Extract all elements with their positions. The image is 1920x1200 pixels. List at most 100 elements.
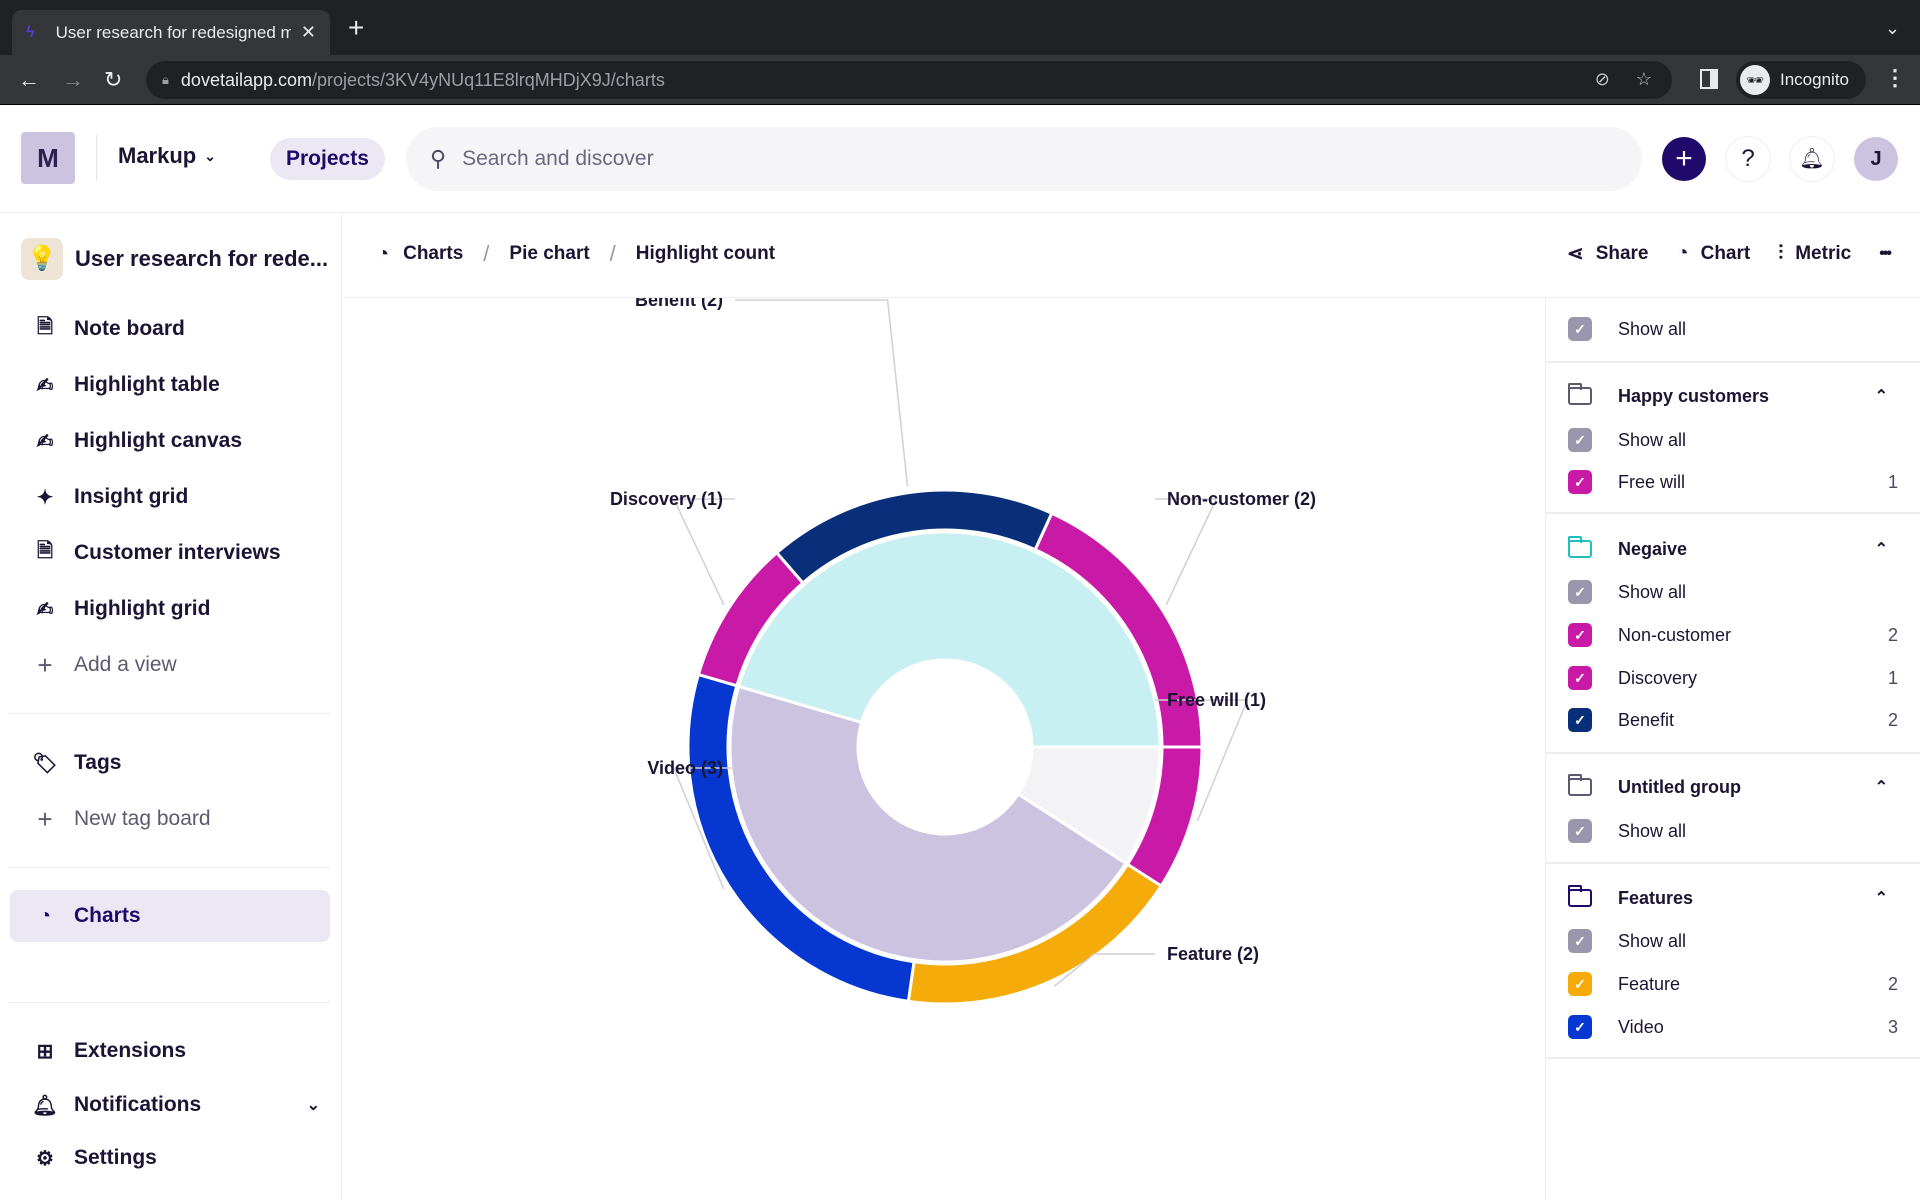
tag-checkbox[interactable]: ✓ bbox=[1568, 666, 1592, 690]
search-bar[interactable]: ⚲ bbox=[406, 127, 1642, 191]
sidebar-item-tags[interactable]: 🏷︎ Tags bbox=[10, 737, 330, 789]
divider bbox=[1546, 752, 1920, 754]
sidebar-item-settings[interactable]: ⚙ Settings bbox=[10, 1132, 330, 1184]
chevron-up-icon[interactable]: ⌃ bbox=[1875, 777, 1888, 797]
new-tab-icon[interactable]: + bbox=[348, 14, 364, 42]
show-all-checkbox[interactable]: ✓ bbox=[1568, 580, 1592, 604]
breadcrumb-highlight-count[interactable]: Highlight count bbox=[636, 243, 775, 265]
sidebar-item-label: Highlight grid bbox=[74, 597, 211, 620]
tag-checkbox[interactable]: ✓ bbox=[1568, 470, 1592, 494]
chart-type-button[interactable]: ◔ Chart bbox=[1677, 242, 1751, 265]
workspace-logo[interactable]: M bbox=[21, 132, 75, 184]
sidebar-item-label: Highlight table bbox=[74, 373, 220, 396]
question-icon: ? bbox=[1741, 145, 1755, 172]
bookmark-star-icon[interactable]: ☆ bbox=[1636, 69, 1652, 90]
group-untitled[interactable]: Untitled group ⌃ bbox=[1567, 772, 1898, 802]
tag-row-feature[interactable]: ✓ Feature 2 bbox=[1568, 969, 1898, 999]
forward-icon[interactable]: → bbox=[62, 65, 84, 95]
tag-checkbox[interactable]: ✓ bbox=[1568, 708, 1592, 732]
tag-row-discovery[interactable]: ✓ Discovery 1 bbox=[1568, 663, 1898, 693]
project-name: User research for rede... bbox=[75, 246, 329, 271]
tag-checkbox[interactable]: ✓ bbox=[1568, 623, 1592, 647]
lightbulb-icon: 💡 bbox=[21, 238, 63, 280]
notifications-button[interactable]: 🔔︎ bbox=[1790, 137, 1834, 181]
side-panel-icon[interactable] bbox=[1700, 69, 1718, 89]
show-all-row[interactable]: ✓ Show all bbox=[1568, 577, 1898, 607]
group-features[interactable]: Features ⌃ bbox=[1567, 883, 1898, 913]
browser-tab[interactable]: ϟ User research for redesigned m ✕ bbox=[12, 10, 330, 55]
tag-filter-panel: ✓ Show all Happy customers ⌃ ✓ Show all ✓ Fr… bbox=[1545, 298, 1920, 1200]
tag-count: 2 bbox=[1887, 624, 1898, 645]
slice-label-benefit: Benefit (2) bbox=[635, 298, 723, 310]
sidebar-item-extensions[interactable]: ⊞ Extensions bbox=[10, 1025, 330, 1077]
highlighter-icon: ✍︎ bbox=[36, 430, 54, 453]
sidebar-item-customer-interviews[interactable]: 🗎︎ Customer interviews bbox=[10, 527, 330, 579]
user-avatar[interactable]: J bbox=[1854, 137, 1898, 181]
group-negaive[interactable]: Negaive ⌃ bbox=[1567, 534, 1898, 564]
search-input[interactable] bbox=[462, 147, 1563, 171]
more-options-button[interactable]: ••• bbox=[1879, 245, 1892, 263]
show-all-label: Show all bbox=[1618, 581, 1687, 602]
divider bbox=[8, 867, 330, 868]
url-field[interactable]: 🔒︎ dovetailapp.com/projects/3KV4yNUq11E8… bbox=[146, 61, 1672, 99]
tag-row-benefit[interactable]: ✓ Benefit 2 bbox=[1568, 705, 1898, 735]
projects-button[interactable]: Projects bbox=[270, 138, 385, 180]
divider bbox=[1546, 512, 1920, 514]
document-icon: 🗎︎ bbox=[36, 540, 54, 562]
breadcrumb-pie-chart[interactable]: Pie chart bbox=[509, 243, 589, 265]
chart-toolbar: ◔ Charts / Pie chart / Highlight count ⋖… bbox=[343, 213, 1920, 298]
slice-label-non-customer: Non-customer (2) bbox=[1167, 489, 1316, 509]
eye-off-icon[interactable]: ⊘ bbox=[1595, 69, 1610, 90]
tag-row-video[interactable]: ✓ Video 3 bbox=[1568, 1012, 1898, 1042]
show-all-row[interactable]: ✓ Show all bbox=[1568, 314, 1898, 344]
share-button[interactable]: ⋖ Share bbox=[1567, 241, 1649, 266]
show-all-checkbox[interactable]: ✓ bbox=[1568, 929, 1592, 953]
reload-icon[interactable]: ↻ bbox=[104, 65, 122, 95]
plus-icon: + bbox=[1675, 142, 1693, 175]
chevron-up-icon[interactable]: ⌃ bbox=[1875, 386, 1888, 406]
tag-checkbox[interactable]: ✓ bbox=[1568, 1015, 1592, 1039]
create-button[interactable]: + bbox=[1662, 137, 1706, 181]
incognito-badge[interactable]: 🕶︎ Incognito bbox=[1736, 61, 1866, 99]
project-header[interactable]: 💡 User research for rede... bbox=[21, 238, 328, 280]
back-icon[interactable]: ← bbox=[18, 65, 40, 95]
show-all-checkbox[interactable]: ✓ bbox=[1568, 317, 1592, 341]
tag-checkbox[interactable]: ✓ bbox=[1568, 972, 1592, 996]
help-button[interactable]: ? bbox=[1726, 137, 1770, 181]
show-all-row[interactable]: ✓ Show all bbox=[1568, 926, 1898, 956]
workspace-switcher[interactable]: Markup ⌄ bbox=[118, 143, 216, 169]
close-tab-icon[interactable]: ✕ bbox=[301, 22, 316, 43]
add-view-button[interactable]: + Add a view bbox=[10, 639, 330, 691]
new-tag-board-button[interactable]: + New tag board bbox=[10, 793, 330, 845]
sidebar-item-highlight-table[interactable]: ✍︎ Highlight table bbox=[10, 359, 330, 411]
nested-donut-chart: Non-customer (2) Benefit (2) Discovery (1)… bbox=[610, 298, 1316, 1006]
tab-search-chevron-icon[interactable]: ⌄ bbox=[1885, 18, 1900, 39]
sidebar-item-insight-grid[interactable]: ✦ Insight grid bbox=[10, 471, 330, 523]
pie-chart-icon: ◔ bbox=[377, 242, 390, 265]
sidebar-item-highlight-grid[interactable]: ✍︎ Highlight grid bbox=[10, 583, 330, 635]
dovetail-favicon-icon: ϟ bbox=[26, 23, 35, 41]
browser-menu-icon[interactable]: ⋮ bbox=[1884, 65, 1906, 91]
metric-button[interactable]: ⫶ Metric bbox=[1778, 242, 1851, 265]
group-name: Happy customers bbox=[1618, 385, 1770, 406]
chevron-up-icon[interactable]: ⌃ bbox=[1875, 888, 1888, 908]
chevron-up-icon[interactable]: ⌃ bbox=[1875, 539, 1888, 559]
sidebar-item-note-board[interactable]: 🗎︎ Note board bbox=[10, 303, 330, 355]
tag-row-free-will[interactable]: ✓ Free will 1 bbox=[1568, 467, 1898, 497]
show-all-row[interactable]: ✓ Show all bbox=[1568, 816, 1898, 846]
chevron-down-icon[interactable]: ⌄ bbox=[307, 1095, 320, 1115]
toolbar-actions: ⋖ Share ◔ Chart ⫶ Metric ••• bbox=[1567, 241, 1892, 266]
tag-row-non-customer[interactable]: ✓ Non-customer 2 bbox=[1568, 620, 1898, 650]
show-all-label: Show all bbox=[1618, 820, 1687, 841]
search-icon: ⚲ bbox=[430, 146, 447, 171]
sidebar-item-notifications[interactable]: 🔔︎ Notifications ⌄ bbox=[10, 1079, 330, 1131]
group-happy-customers[interactable]: Happy customers ⌃ bbox=[1567, 381, 1898, 411]
bell-icon: 🔔︎ bbox=[32, 1094, 58, 1117]
sidebar-item-highlight-canvas[interactable]: ✍︎ Highlight canvas bbox=[10, 415, 330, 467]
breadcrumb-charts[interactable]: Charts bbox=[403, 243, 463, 265]
divider bbox=[8, 1002, 330, 1003]
show-all-checkbox[interactable]: ✓ bbox=[1568, 428, 1592, 452]
show-all-row[interactable]: ✓ Show all bbox=[1568, 425, 1898, 455]
sidebar-item-charts[interactable]: ◔ Charts bbox=[10, 890, 330, 942]
show-all-checkbox[interactable]: ✓ bbox=[1568, 819, 1592, 843]
